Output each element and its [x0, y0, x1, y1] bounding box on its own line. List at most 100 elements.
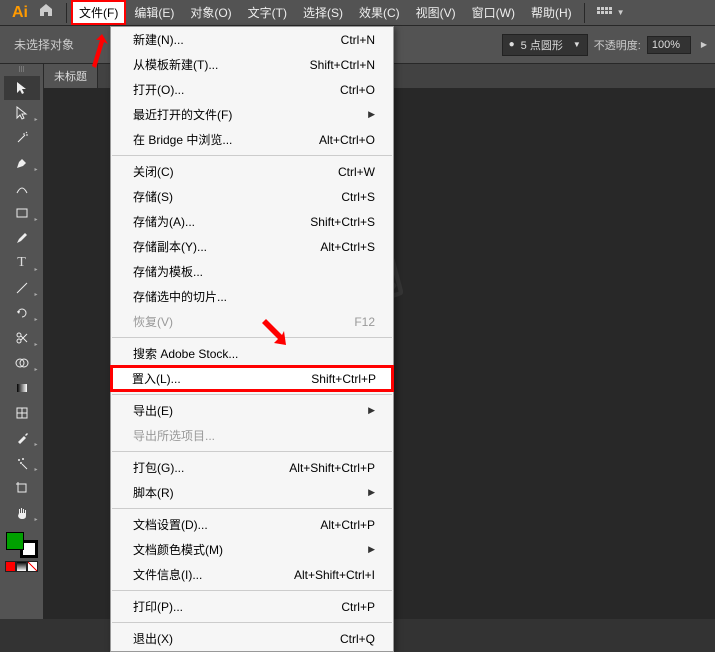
- chevron-down-icon: ▼: [573, 40, 581, 49]
- menu-item[interactable]: 退出(X)Ctrl+Q: [111, 626, 393, 651]
- menu-item[interactable]: 脚本(R)▶: [111, 480, 393, 505]
- menu-item[interactable]: 在 Bridge 中浏览... Alt+Ctrl+O: [111, 127, 393, 152]
- symbol-sprayer-tool[interactable]: ▸: [4, 451, 40, 475]
- menu-item[interactable]: 效果(C): [351, 0, 408, 25]
- menu-item[interactable]: 对象(O): [182, 0, 239, 25]
- home-icon[interactable]: [38, 2, 54, 23]
- chevron-right-icon: ▶: [368, 405, 375, 416]
- pen-tool[interactable]: ▸: [4, 151, 40, 175]
- menu-item-shortcut: Alt+Ctrl+O: [319, 133, 375, 147]
- mesh-tool[interactable]: [4, 401, 40, 425]
- direct-selection-tool[interactable]: ▸: [4, 101, 40, 125]
- fill-stroke-swatch[interactable]: [6, 532, 38, 558]
- chevron-right-icon: ▶: [368, 109, 375, 120]
- menu-item-label: 恢复(V): [133, 313, 173, 330]
- menu-item[interactable]: 存储为模板...: [111, 259, 393, 284]
- stroke-profile-value: 5 点圆形: [521, 37, 563, 53]
- menu-item[interactable]: 打印(P)...Ctrl+P: [111, 594, 393, 619]
- menu-item[interactable]: 置入(L)...Shift+Ctrl+P: [110, 365, 394, 392]
- menu-item-label: 在 Bridge 中浏览...: [133, 131, 232, 148]
- menu-item[interactable]: 编辑(E): [126, 0, 182, 25]
- color-mode-gradient[interactable]: [16, 561, 27, 572]
- fill-color[interactable]: [6, 532, 24, 550]
- opacity-input[interactable]: 100%: [647, 36, 691, 54]
- menubar: Ai 文件(F)编辑(E)对象(O)文字(T)选择(S)效果(C)视图(V)窗口…: [0, 0, 715, 26]
- menu-item[interactable]: 最近打开的文件(F) ▶: [111, 102, 393, 127]
- opacity-label: 不透明度:: [594, 37, 641, 53]
- menu-item[interactable]: 选择(S): [295, 0, 351, 25]
- menu-item-shortcut: Ctrl+P: [341, 600, 375, 614]
- line-tool[interactable]: ▸: [4, 276, 40, 300]
- menu-item-shortcut: Ctrl+S: [341, 190, 375, 204]
- menu-item-shortcut: Shift+Ctrl+S: [310, 215, 375, 229]
- menu-item[interactable]: 新建(N)...Ctrl+N: [111, 27, 393, 52]
- rotate-tool[interactable]: ▸: [4, 301, 40, 325]
- menu-separator: [112, 394, 392, 395]
- shape-builder-tool[interactable]: ▸: [4, 351, 40, 375]
- stroke-profile-dropdown[interactable]: ● 5 点圆形 ▼: [502, 34, 588, 56]
- menu-item-shortcut: F12: [354, 315, 375, 329]
- menu-item-shortcut: Shift+Ctrl+N: [310, 58, 375, 72]
- chevron-right-icon: ▶: [701, 40, 707, 49]
- menu-item[interactable]: 存储(S)Ctrl+S: [111, 184, 393, 209]
- menu-item-label: 存储副本(Y)...: [133, 238, 207, 255]
- menu-item[interactable]: 窗口(W): [464, 0, 523, 25]
- menu-item-shortcut: Ctrl+Q: [340, 632, 375, 646]
- type-tool[interactable]: T▸: [4, 251, 40, 275]
- menu-item[interactable]: 存储选中的切片...: [111, 284, 393, 309]
- grid-icon: [597, 7, 613, 19]
- menu-item-shortcut: Shift+Ctrl+P: [311, 372, 376, 386]
- scissors-tool[interactable]: ▸: [4, 326, 40, 350]
- menu-item[interactable]: 文档设置(D)...Alt+Ctrl+P: [111, 512, 393, 537]
- menu-item[interactable]: 存储为(A)... Shift+Ctrl+S: [111, 209, 393, 234]
- menu-separator: [112, 590, 392, 591]
- paintbrush-tool[interactable]: [4, 226, 40, 250]
- menu-item-shortcut: Ctrl+W: [338, 165, 375, 179]
- menu-item[interactable]: 打开(O)...Ctrl+O: [111, 77, 393, 102]
- menu-item-label: 打包(G)...: [133, 459, 184, 476]
- menu-item-shortcut: Alt+Ctrl+S: [320, 240, 375, 254]
- menu-item-label: 导出(E): [133, 402, 173, 419]
- bullet-icon: ●: [509, 39, 515, 50]
- curvature-tool[interactable]: [4, 176, 40, 200]
- menu-item[interactable]: 从模板新建(T)...Shift+Ctrl+N: [111, 52, 393, 77]
- menu-separator: [112, 337, 392, 338]
- selection-status: 未选择对象: [14, 36, 74, 53]
- menu-item[interactable]: 打包(G)...Alt+Shift+Ctrl+P: [111, 455, 393, 480]
- hand-tool[interactable]: ▸: [4, 501, 40, 525]
- menu-item[interactable]: 文档颜色模式(M)▶: [111, 537, 393, 562]
- menu-item-label: 文件信息(I)...: [133, 566, 202, 583]
- menu-separator: [112, 155, 392, 156]
- color-mode-switches: [5, 561, 39, 572]
- selection-tool[interactable]: [4, 76, 40, 100]
- menu-item[interactable]: 文件(F): [71, 0, 126, 25]
- divider: [66, 3, 67, 23]
- menu-item[interactable]: 帮助(H): [523, 0, 580, 25]
- menu-item-shortcut: Alt+Ctrl+P: [320, 518, 375, 532]
- menu-item-label: 搜索 Adobe Stock...: [133, 345, 238, 362]
- menu-item[interactable]: 关闭(C)Ctrl+W: [111, 159, 393, 184]
- artboard-tool[interactable]: [4, 476, 40, 500]
- left-toolbar: ▸ ▸ ▸ T▸ ▸ ▸ ▸ ▸ ▸ ▸ ▸: [0, 64, 44, 619]
- rectangle-tool[interactable]: ▸: [4, 201, 40, 225]
- menu-separator: [112, 622, 392, 623]
- workspace-switcher[interactable]: ▼: [597, 7, 625, 19]
- menu-separator: [112, 508, 392, 509]
- menu-item[interactable]: 文件信息(I)... Alt+Shift+Ctrl+I: [111, 562, 393, 587]
- menu-item[interactable]: 视图(V): [408, 0, 464, 25]
- menu-item-label: 导出所选项目...: [133, 427, 215, 444]
- menu-item-shortcut: Alt+Shift+Ctrl+I: [294, 568, 375, 582]
- magic-wand-tool[interactable]: [4, 126, 40, 150]
- menu-item-label: 最近打开的文件(F): [133, 106, 232, 123]
- toolbar-handle[interactable]: [4, 66, 40, 72]
- menu-item-label: 存储为(A)...: [133, 213, 195, 230]
- color-mode-none[interactable]: [27, 561, 38, 572]
- menu-item[interactable]: 导出(E) ▶: [111, 398, 393, 423]
- menu-item[interactable]: 文字(T): [240, 0, 295, 25]
- chevron-down-icon: ▼: [617, 8, 625, 17]
- eyedropper-tool[interactable]: ▸: [4, 426, 40, 450]
- gradient-tool[interactable]: [4, 376, 40, 400]
- menu-item[interactable]: 存储副本(Y)... Alt+Ctrl+S: [111, 234, 393, 259]
- color-mode-normal[interactable]: [5, 561, 16, 572]
- menu-item[interactable]: 搜索 Adobe Stock...: [111, 341, 393, 366]
